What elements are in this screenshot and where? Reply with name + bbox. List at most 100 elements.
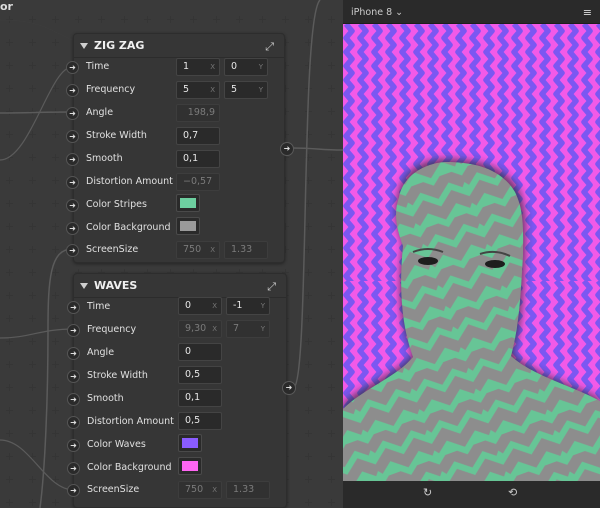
left-eye — [418, 257, 438, 265]
input-port-color-waves[interactable]: ➜ — [67, 439, 80, 452]
screen-size-y-value: 1.33 — [231, 244, 253, 255]
input-port-angle[interactable]: ➜ — [66, 107, 79, 120]
input-port-color-background[interactable]: ➜ — [67, 462, 80, 475]
right-eye — [485, 260, 505, 268]
screen-size-x-field[interactable]: 750 X — [178, 481, 222, 499]
y-axis-label: Y — [258, 63, 263, 71]
input-port-color-background[interactable]: ➜ — [66, 222, 79, 235]
color-background-swatch[interactable] — [176, 217, 200, 235]
frequency-y-value: 7 — [233, 323, 240, 334]
waves-patch-header[interactable]: WAVES ⤢ — [74, 274, 286, 298]
x-axis-label: X — [210, 246, 215, 254]
screen-size-y-field[interactable]: 1.33 — [224, 241, 268, 259]
time-y-field[interactable]: 0Y — [224, 58, 268, 76]
collapse-triangle-icon[interactable] — [80, 42, 88, 49]
expand-icon[interactable]: ⤢ — [265, 40, 274, 54]
zigzag-patch-header[interactable]: ZIG ZAG ⤢ — [74, 34, 284, 58]
device-preview[interactable] — [343, 24, 600, 481]
row-label-color-background: Color Background — [87, 462, 172, 473]
smooth-field[interactable]: 0,1 — [178, 389, 222, 407]
frequency-x-field[interactable]: 5X — [176, 81, 220, 99]
hamburger-menu-icon[interactable]: ≡ — [583, 6, 592, 19]
window-title: or — [0, 0, 13, 13]
color-stripes-fill — [180, 198, 196, 208]
time-y-value: 0 — [231, 61, 238, 72]
input-port-time[interactable]: ➜ — [66, 61, 79, 74]
color-waves-swatch[interactable] — [178, 434, 202, 452]
frequency-y-field[interactable]: 5Y — [224, 81, 268, 99]
zigzag-output-port[interactable]: ➜ — [280, 142, 294, 156]
reset-icon[interactable]: ↻ — [423, 486, 432, 499]
color-background-swatch[interactable] — [178, 457, 202, 475]
angle-field[interactable]: 0 — [178, 343, 222, 361]
input-port-distortion[interactable]: ➜ — [67, 416, 80, 429]
input-port-stroke-width[interactable]: ➜ — [67, 370, 80, 383]
screen-size-x-field[interactable]: 750 X — [176, 241, 220, 259]
row-label-color-waves: Color Waves — [87, 439, 146, 450]
screen-size-x-value: 750 — [185, 484, 204, 495]
smooth-field[interactable]: 0,1 — [176, 150, 220, 168]
screen-size-x-value: 750 — [183, 244, 202, 255]
row-label-frequency: Frequency — [86, 84, 136, 95]
row-label-stroke-width: Stroke Width — [87, 370, 148, 381]
screen-size-y-value: 1.33 — [233, 484, 255, 495]
input-port-screen-size[interactable]: ➜ — [67, 484, 80, 497]
row-label-color-background: Color Background — [86, 222, 171, 233]
rotate-icon[interactable]: ⟲ — [508, 486, 517, 499]
time-y-value: -1 — [233, 300, 243, 311]
row-label-time: Time — [87, 301, 111, 312]
chevron-down-icon: ⌄ — [395, 7, 404, 18]
x-axis-label: X — [210, 86, 215, 94]
x-axis-label: X — [212, 486, 217, 494]
distortion-field[interactable]: 0,5 — [178, 412, 222, 430]
frequency-y-value: 5 — [231, 84, 238, 95]
waves-patch-title: WAVES — [94, 279, 138, 292]
device-name: iPhone 8 — [351, 7, 393, 18]
input-port-color-stripes[interactable]: ➜ — [66, 199, 79, 212]
preview-render — [343, 24, 600, 481]
x-axis-label: X — [212, 302, 217, 310]
row-label-angle: Angle — [87, 347, 115, 358]
collapse-triangle-icon[interactable] — [80, 282, 88, 289]
row-label-frequency: Frequency — [87, 324, 137, 335]
device-selector[interactable]: iPhone 8 ⌄ — [351, 7, 403, 18]
row-label-distortion: Distortion Amount — [86, 176, 173, 187]
angle-field[interactable]: 198,9 — [176, 104, 220, 122]
row-label-screen-size: ScreenSize — [86, 244, 139, 255]
y-axis-label: Y — [260, 325, 265, 333]
input-port-angle[interactable]: ➜ — [67, 347, 80, 360]
stroke-width-field[interactable]: 0,5 — [178, 366, 222, 384]
input-port-smooth[interactable]: ➜ — [67, 393, 80, 406]
row-label-smooth: Smooth — [87, 393, 124, 404]
input-port-distortion[interactable]: ➜ — [66, 176, 79, 189]
time-y-field[interactable]: -1 Y — [226, 297, 270, 315]
color-background-fill — [180, 221, 196, 231]
time-x-field[interactable]: 0X — [178, 297, 222, 315]
row-label-time: Time — [86, 61, 110, 72]
stroke-width-field[interactable]: 0,7 — [176, 127, 220, 145]
zigzag-patch-title: ZIG ZAG — [94, 39, 145, 52]
frequency-y-field[interactable]: 7Y — [226, 320, 270, 338]
input-port-time[interactable]: ➜ — [67, 301, 80, 314]
time-x-field[interactable]: 1X — [176, 58, 220, 76]
row-label-angle: Angle — [86, 107, 114, 118]
color-stripes-swatch[interactable] — [176, 194, 200, 212]
x-axis-label: X — [212, 325, 217, 333]
input-port-screen-size[interactable]: ➜ — [66, 244, 79, 257]
frequency-x-value: 9,30 — [185, 323, 207, 334]
frequency-x-value: 5 — [183, 84, 190, 95]
y-axis-label: Y — [258, 86, 263, 94]
screen-size-y-field[interactable]: 1.33 — [226, 481, 270, 499]
color-background-fill — [182, 461, 198, 471]
expand-icon[interactable]: ⤢ — [267, 280, 276, 294]
preview-toolbar: ↻ ⟲ — [343, 481, 600, 508]
input-port-smooth[interactable]: ➜ — [66, 153, 79, 166]
input-port-frequency[interactable]: ➜ — [66, 84, 79, 97]
input-port-stroke-width[interactable]: ➜ — [66, 130, 79, 143]
distortion-field[interactable]: −0,57 — [176, 173, 220, 191]
y-axis-label: Y — [260, 302, 265, 310]
waves-output-port[interactable]: ➜ — [282, 381, 296, 395]
input-port-frequency[interactable]: ➜ — [67, 324, 80, 337]
frequency-x-field[interactable]: 9,30 X — [178, 320, 222, 338]
row-label-stroke-width: Stroke Width — [86, 130, 147, 141]
